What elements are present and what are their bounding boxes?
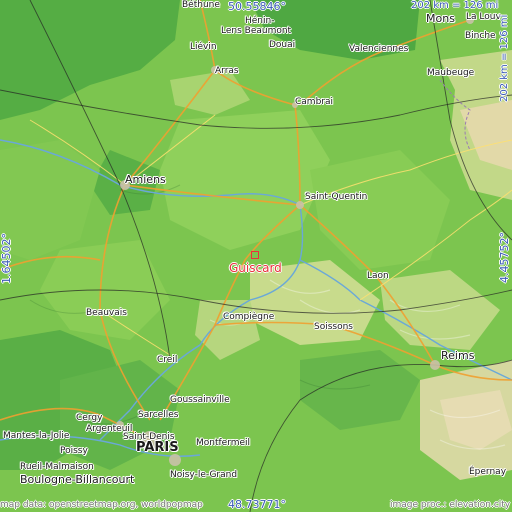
city-label: Soissons [314,322,353,332]
city-label: Laon [367,271,389,281]
city-label: Boulogne-Billancourt [20,473,135,486]
city-label: Hénin- [245,16,275,26]
scale-top: 202 km = 126 mi [411,0,499,11]
city-label: Lens Beaumont [221,26,292,36]
city-label: Douai [269,40,296,50]
city-label: La Louv [466,12,501,22]
city-label: Épernay [469,467,507,477]
city-label: Arras [215,66,239,76]
coord-right: 4.45752° [498,232,511,283]
city-label: Reims [441,349,475,362]
city-label: Maubeuge [427,68,475,78]
city-label: Rueil-Malmaison [20,462,94,472]
city-label: Cergy [76,413,103,423]
city-label: Liévin [190,42,217,52]
city-label: Compiègne [223,312,275,322]
coord-bottom: 48.73771° [228,498,286,511]
city-label: PARIS [136,440,179,455]
city-label: Cambrai [295,97,333,107]
city-label: Saint-Quentin [305,192,368,202]
city-label: Montfermeil [196,438,251,448]
city-label: Goussainville [170,395,230,405]
city-label: Beauvais [86,308,127,318]
city-label: Valenciennes [349,44,409,54]
city-label: Poissy [60,446,88,456]
city-label: Noisy-le-Grand [170,470,238,480]
city-label: Binche [465,31,496,41]
location-marker [251,251,259,259]
highlight-place-label: Guiscard [229,261,282,275]
scale-right: 202 km = 126 mi [499,14,510,102]
city-label: Amiens [125,173,166,186]
credit-left: map data: openstreetmap.org, worldpopmap [0,500,203,510]
city-label: Mantes-la-Jolie [3,431,70,441]
coord-top: 50.55846° [228,0,286,13]
city-label: Mons [426,12,455,25]
city-label: Béthune [182,0,220,10]
city-label: Creil [157,355,178,365]
city-label: Sarcelles [138,410,179,420]
credit-right: image proc.: elevation.city [390,500,511,510]
topographic-map: Béthune Hénin- Lens Beaumont Liévin Doua… [0,0,512,512]
coord-left: 1.64502° [0,233,13,284]
